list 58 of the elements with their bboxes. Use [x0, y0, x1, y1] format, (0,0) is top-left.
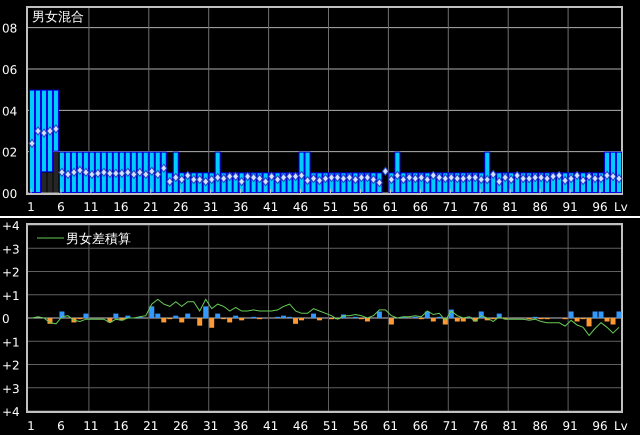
x-tick-label: 61: [382, 419, 398, 433]
x-tick-label: 21: [143, 200, 158, 214]
x-tick-label: 11: [83, 419, 99, 433]
x-tick-label: 46: [292, 200, 308, 214]
x-tick-label: 66: [412, 200, 428, 214]
x-tick-label: 6: [57, 419, 65, 433]
x-tick-label: 96: [592, 419, 608, 433]
y-tick-label: 06: [2, 63, 18, 77]
x-tick-label: 86: [532, 419, 548, 433]
x-axis-label: Lv: [614, 419, 628, 433]
y-tick-label: +4: [2, 405, 20, 419]
y-tick-label: +4: [2, 219, 20, 233]
x-tick-label: 26: [173, 200, 188, 214]
y-tick-label: 02: [2, 146, 18, 160]
x-tick-label: 16: [113, 419, 128, 433]
y-tick-label: +1: [2, 288, 20, 303]
legend-label: 男女差積算: [66, 232, 131, 247]
x-tick-label: 71: [442, 200, 458, 214]
x-tick-label: 51: [322, 200, 338, 214]
y-tick-label: 04: [2, 104, 18, 118]
y-tick-label: 0: [2, 312, 10, 326]
x-tick-label: 56: [352, 419, 368, 433]
y-tick-label: +3: [2, 242, 20, 256]
x-tick-label: 11: [83, 200, 99, 214]
x-tick-label: 76: [472, 419, 488, 433]
x-tick-label: 76: [472, 200, 488, 214]
x-tick-label: 16: [113, 200, 128, 214]
x-tick-label: 46: [292, 419, 308, 433]
x-tick-label: 36: [233, 419, 248, 433]
chart-title: 男女混合: [32, 10, 84, 25]
x-tick-label: 91: [562, 419, 578, 433]
x-tick-label: 61: [382, 200, 398, 214]
x-tick-label: 31: [203, 200, 218, 214]
x-tick-label: 51: [322, 419, 338, 433]
x-axis-label: Lv: [614, 200, 628, 214]
x-tick-label: 41: [262, 200, 278, 214]
x-tick-label: 66: [412, 419, 428, 433]
x-tick-label: 1: [27, 419, 35, 433]
x-tick-label: 56: [352, 200, 368, 214]
x-tick-label: 86: [532, 200, 548, 214]
x-tick-label: 36: [233, 200, 248, 214]
x-tick-label: 6: [57, 200, 65, 214]
y-tick-label: +1: [2, 335, 20, 350]
x-tick-label: 41: [262, 419, 278, 433]
y-tick-label: +3: [2, 382, 20, 396]
x-tick-label: 96: [592, 200, 608, 214]
x-tick-label: 81: [502, 419, 518, 433]
y-tick-label: +2: [2, 266, 20, 280]
x-tick-label: 81: [502, 200, 518, 214]
x-tick-label: 1: [27, 200, 35, 214]
y-tick-label: 00: [2, 187, 18, 201]
x-tick-label: 71: [442, 419, 458, 433]
y-tick-label: +2: [2, 358, 20, 372]
x-tick-label: 31: [203, 419, 218, 433]
x-tick-label: 21: [143, 419, 158, 433]
x-tick-label: 91: [562, 200, 578, 214]
x-tick-label: 26: [173, 419, 188, 433]
y-tick-label: 08: [2, 22, 18, 36]
